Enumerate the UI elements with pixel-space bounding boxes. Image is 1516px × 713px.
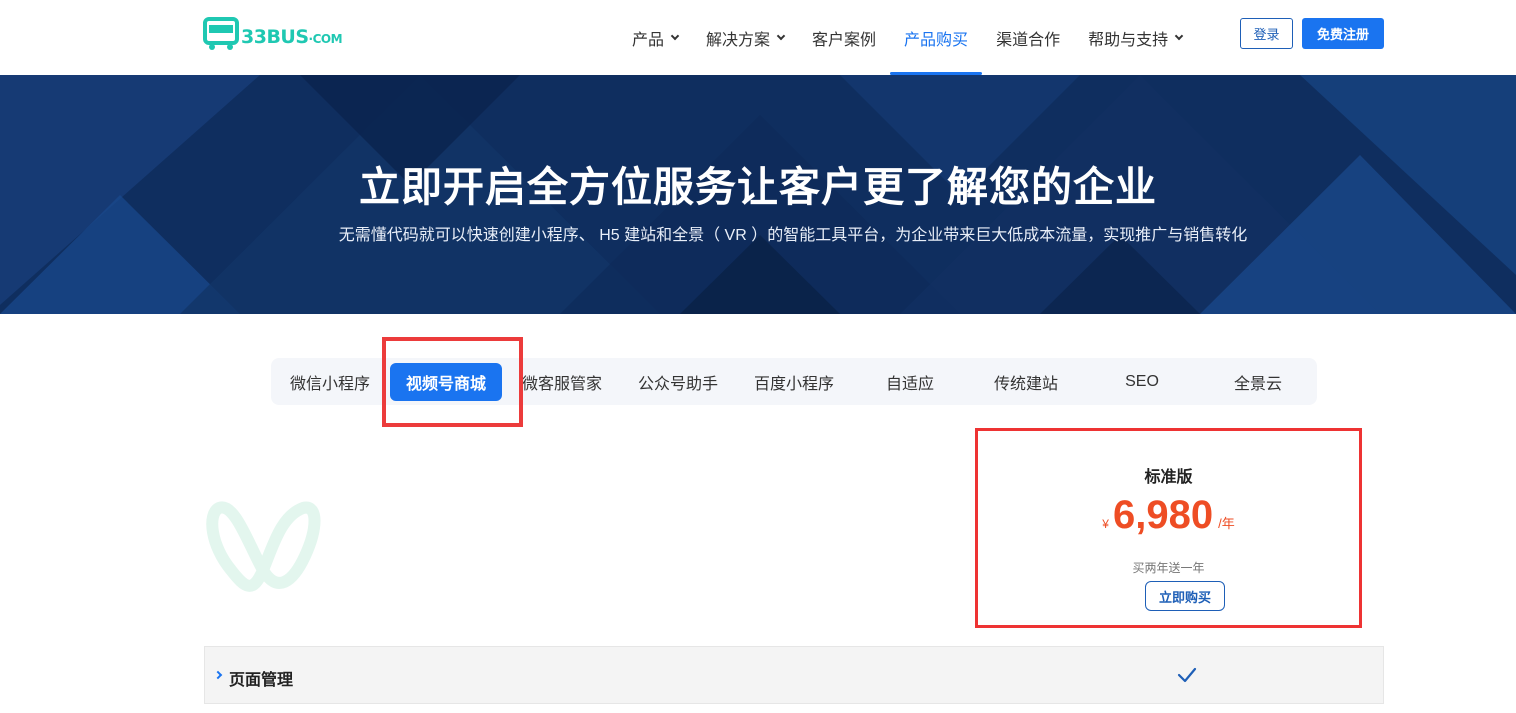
site-logo[interactable]: 33BUS·COM [203,16,343,52]
logo-text: 33BUS [241,26,309,48]
chevron-down-icon [776,31,786,40]
nav-item-products[interactable]: 产品 [618,0,692,75]
nav-item-label: 渠道合作 [996,31,1061,49]
nav-item-label: 产品购买 [904,31,969,49]
plan-card: 标准版 ¥ 6,980 /年 买两年送一年 立即购买 [975,428,1362,628]
tab-wechat-miniprogram[interactable]: 微信小程序 [279,358,381,405]
hero-title: 立即开启全方位服务让客户更了解您的企业 [359,164,1157,210]
bus-logo-icon [203,17,239,50]
nav-item-label: 产品 [632,31,665,49]
tab-customer-service[interactable]: 微客服管家 [511,358,613,405]
price-currency: ¥ [1102,517,1109,531]
buy-now-button[interactable]: 立即购买 [1145,581,1225,611]
tab-seo[interactable]: SEO [1091,358,1193,405]
plan-name: 标准版 [1144,469,1193,486]
tab-responsive[interactable]: 自适应 [859,358,961,405]
feature-label: 页面管理 [229,672,294,689]
chevron-right-icon [213,670,223,680]
nav-item-purchase[interactable]: 产品购买 [890,0,983,75]
main-nav: 产品 解决方案 客户案例 产品购买 渠道合作 帮助与支持 [618,0,1196,75]
chevron-down-icon [1174,31,1184,40]
plan-price: 6,980 [1112,493,1214,537]
hero-banner: 立即开启全方位服务让客户更了解您的企业 无需懂代码就可以快速创建小程序、 H5 … [0,75,1516,314]
tab-panorama-cloud[interactable]: 全景云 [1207,358,1309,405]
nav-item-channel[interactable]: 渠道合作 [982,0,1074,75]
price-row: ¥ 6,980 /年 [978,493,1359,538]
site-header: 33BUS·COM 产品 解决方案 客户案例 产品购买 渠道合作 帮助与支持 登… [0,0,1516,75]
check-icon [1177,667,1197,683]
nav-item-solutions[interactable]: 解决方案 [692,0,798,75]
login-button[interactable]: 登录 [1240,18,1293,49]
logo-suffix: ·COM [308,32,343,46]
nav-item-help[interactable]: 帮助与支持 [1074,0,1196,75]
hero-subtitle: 无需懂代码就可以快速创建小程序、 H5 建站和全景（ VR ）的智能工具平台，为… [338,227,1248,244]
tab-traditional-site[interactable]: 传统建站 [975,358,1077,405]
nav-item-label: 帮助与支持 [1088,31,1169,49]
register-button[interactable]: 免费注册 [1302,18,1384,49]
plan-promo: 买两年送一年 [1132,561,1205,575]
feature-row[interactable]: 页面管理 [204,646,1384,704]
nav-item-label: 解决方案 [706,31,771,49]
tab-official-account[interactable]: 公众号助手 [627,358,729,405]
price-unit: /年 [1218,516,1235,531]
chevron-down-icon [670,31,680,40]
tab-baidu-miniprogram[interactable]: 百度小程序 [743,358,845,405]
active-tab-highlight-box [382,337,523,427]
nav-item-cases[interactable]: 客户案例 [798,0,890,75]
nav-item-label: 客户案例 [812,31,877,49]
video-channel-logo-icon [206,501,321,592]
